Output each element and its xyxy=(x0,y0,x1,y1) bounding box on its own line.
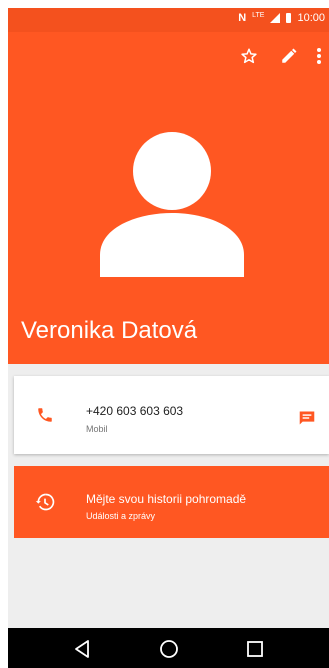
status-bar: N LTE 10:00 xyxy=(8,8,329,32)
phone-icon[interactable] xyxy=(36,406,54,424)
history-title: Mějte svou historii pohromadě xyxy=(86,492,247,506)
nfc-icon: N xyxy=(238,12,247,24)
message-icon[interactable] xyxy=(298,410,316,426)
history-icon xyxy=(35,493,55,511)
star-icon[interactable] xyxy=(229,44,269,68)
navigation-bar xyxy=(8,628,329,668)
lte-label: LTE xyxy=(252,11,265,19)
recents-square-icon[interactable] xyxy=(244,638,266,660)
pencil-icon[interactable] xyxy=(269,44,309,68)
phone-type: Mobil xyxy=(86,424,108,434)
signal-icon xyxy=(270,13,281,23)
contact-name: Veronika Datová xyxy=(21,317,198,344)
more-vert-icon[interactable] xyxy=(309,44,329,68)
history-subtitle: Události a zprávy xyxy=(86,511,156,521)
home-circle-icon[interactable] xyxy=(158,638,180,660)
status-icons: N LTE 10:00 xyxy=(238,11,325,25)
phone-number[interactable]: +420 603 603 603 xyxy=(86,404,183,418)
back-triangle-icon[interactable] xyxy=(72,638,94,660)
battery-icon xyxy=(286,13,292,23)
person-avatar-icon xyxy=(100,132,244,277)
status-time: 10:00 xyxy=(297,12,325,24)
toolbar xyxy=(229,44,329,68)
contact-screen: N LTE 10:00 Veronika Datová +420 603 603… xyxy=(8,8,329,668)
contact-header: N LTE 10:00 Veronika Datová xyxy=(8,8,329,364)
phone-card[interactable]: +420 603 603 603 Mobil xyxy=(14,376,329,454)
history-card[interactable]: Mějte svou historii pohromadě Události a… xyxy=(14,466,329,538)
